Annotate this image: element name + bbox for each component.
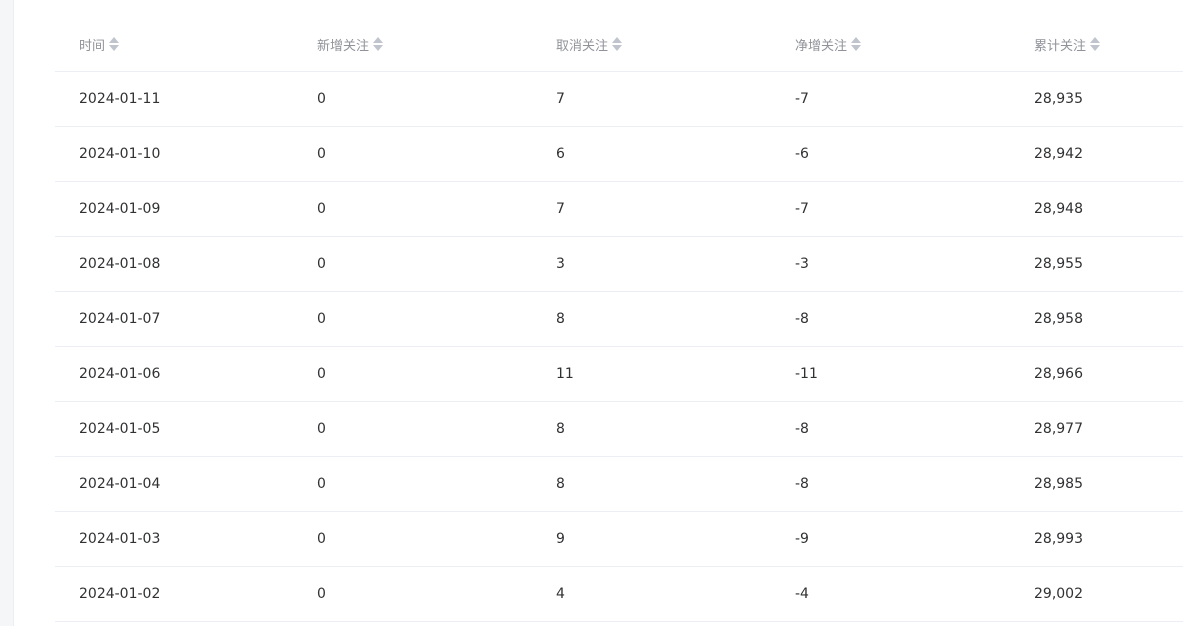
cell-new-follow: 0 <box>293 181 532 237</box>
table-row: 2024-01-06 0 11 -11 28,966 <box>55 346 1183 402</box>
cell-date: 2024-01-10 <box>55 126 293 182</box>
table-row: 2024-01-10 0 6 -6 28,942 <box>55 126 1183 182</box>
cell-unfollow: 11 <box>532 346 771 402</box>
cell-new-follow: 0 <box>293 401 532 457</box>
cell-net-follow: -8 <box>771 456 1010 512</box>
column-header-label: 新增关注 <box>317 38 370 54</box>
table-row: 2024-01-08 0 3 -3 28,955 <box>55 236 1183 292</box>
cell-date: 2024-01-03 <box>55 511 293 567</box>
cell-net-follow: -3 <box>771 236 1010 292</box>
table-row: 2024-01-07 0 8 -8 28,958 <box>55 291 1183 347</box>
cell-total-follow: 29,002 <box>1010 566 1183 622</box>
sort-caret-icon[interactable] <box>109 36 120 52</box>
table-row: 2024-01-03 0 9 -9 28,993 <box>55 511 1183 567</box>
sort-caret-icon[interactable] <box>1090 36 1101 52</box>
cell-date: 2024-01-04 <box>55 456 293 512</box>
column-header-label: 时间 <box>79 38 106 54</box>
cell-unfollow: 7 <box>532 71 771 127</box>
cell-total-follow: 28,958 <box>1010 291 1183 347</box>
cell-new-follow: 0 <box>293 236 532 292</box>
sort-caret-icon[interactable] <box>373 36 384 52</box>
cell-date: 2024-01-02 <box>55 566 293 622</box>
table-row: 2024-01-11 0 7 -7 28,935 <box>55 71 1183 127</box>
cell-unfollow: 9 <box>532 511 771 567</box>
cell-date: 2024-01-08 <box>55 236 293 292</box>
cell-unfollow: 8 <box>532 456 771 512</box>
cell-date: 2024-01-07 <box>55 291 293 347</box>
left-panel-edge <box>0 0 14 626</box>
cell-total-follow: 28,955 <box>1010 236 1183 292</box>
cell-total-follow: 28,948 <box>1010 181 1183 237</box>
cell-new-follow: 0 <box>293 511 532 567</box>
cell-net-follow: -7 <box>771 181 1010 237</box>
table-row: 2024-01-04 0 8 -8 28,985 <box>55 456 1183 512</box>
column-header-new-follow[interactable]: 新增关注 <box>293 17 532 72</box>
cell-net-follow: -8 <box>771 291 1010 347</box>
cell-total-follow: 28,977 <box>1010 401 1183 457</box>
cell-unfollow: 4 <box>532 566 771 622</box>
cell-total-follow: 28,942 <box>1010 126 1183 182</box>
cell-unfollow: 3 <box>532 236 771 292</box>
header-row: 时间 新增关注 取消关注 净增关注 累计关注 <box>55 17 1183 72</box>
column-header-date[interactable]: 时间 <box>55 17 293 72</box>
column-header-net-follow[interactable]: 净增关注 <box>771 17 1010 72</box>
cell-total-follow: 28,985 <box>1010 456 1183 512</box>
followers-table: 时间 新增关注 取消关注 净增关注 累计关注 2024-01-11 0 7 -7… <box>55 17 1183 622</box>
cell-net-follow: -8 <box>771 401 1010 457</box>
cell-net-follow: -7 <box>771 71 1010 127</box>
cell-new-follow: 0 <box>293 346 532 402</box>
cell-date: 2024-01-05 <box>55 401 293 457</box>
column-header-unfollow[interactable]: 取消关注 <box>532 17 771 72</box>
cell-net-follow: -9 <box>771 511 1010 567</box>
sort-caret-icon[interactable] <box>612 36 623 52</box>
table-header: 时间 新增关注 取消关注 净增关注 累计关注 <box>55 17 1183 72</box>
cell-total-follow: 28,966 <box>1010 346 1183 402</box>
column-header-label: 累计关注 <box>1034 38 1087 54</box>
followers-table-container: 时间 新增关注 取消关注 净增关注 累计关注 2024-01-11 0 7 -7… <box>55 17 1183 622</box>
cell-unfollow: 8 <box>532 291 771 347</box>
cell-total-follow: 28,935 <box>1010 71 1183 127</box>
cell-new-follow: 0 <box>293 456 532 512</box>
cell-net-follow: -4 <box>771 566 1010 622</box>
cell-new-follow: 0 <box>293 71 532 127</box>
cell-total-follow: 28,993 <box>1010 511 1183 567</box>
sort-caret-icon[interactable] <box>851 36 862 52</box>
table-body: 2024-01-11 0 7 -7 28,935 2024-01-10 0 6 … <box>55 71 1183 622</box>
column-header-label: 取消关注 <box>556 38 609 54</box>
cell-date: 2024-01-11 <box>55 71 293 127</box>
cell-net-follow: -11 <box>771 346 1010 402</box>
table-row: 2024-01-09 0 7 -7 28,948 <box>55 181 1183 237</box>
column-header-total-follow[interactable]: 累计关注 <box>1010 17 1183 72</box>
cell-unfollow: 7 <box>532 181 771 237</box>
cell-new-follow: 0 <box>293 291 532 347</box>
cell-date: 2024-01-09 <box>55 181 293 237</box>
cell-new-follow: 0 <box>293 566 532 622</box>
cell-new-follow: 0 <box>293 126 532 182</box>
column-header-label: 净增关注 <box>795 38 848 54</box>
table-row: 2024-01-05 0 8 -8 28,977 <box>55 401 1183 457</box>
cell-date: 2024-01-06 <box>55 346 293 402</box>
cell-unfollow: 8 <box>532 401 771 457</box>
cell-unfollow: 6 <box>532 126 771 182</box>
table-row: 2024-01-02 0 4 -4 29,002 <box>55 566 1183 622</box>
cell-net-follow: -6 <box>771 126 1010 182</box>
